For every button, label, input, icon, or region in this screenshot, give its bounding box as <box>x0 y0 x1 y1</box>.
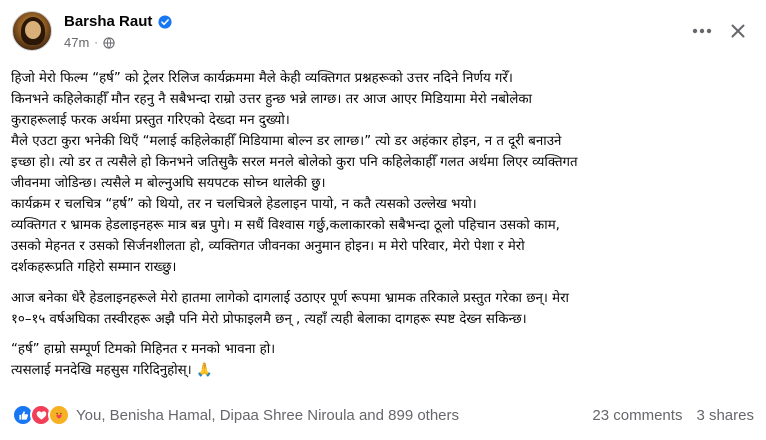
engagement-stats: 23 comments 3 shares <box>592 407 754 424</box>
post-line: कुराहरूलाई फरक अर्थमा प्रस्तुत गरिएको दे… <box>11 113 290 128</box>
post-line: किनभने कहिलेकाहीँ मौन रहनु नै सबैभन्दा र… <box>11 92 532 107</box>
shares-count[interactable]: 3 shares <box>696 407 754 424</box>
meta-separator: · <box>94 36 98 49</box>
more-options-icon <box>692 28 712 34</box>
author-name[interactable]: Barsha Raut <box>64 13 152 30</box>
post-line: हिजो मेरो फिल्म “हर्ष” को ट्रेलर रिलिज क… <box>11 71 513 86</box>
post-line: “हर्ष” हाम्रो सम्पूर्ण टिमको मिहिनत र मन… <box>11 342 276 357</box>
post-line: इच्छा हो। त्यो डर त त्यसैले हो किनभने जत… <box>11 155 578 170</box>
verified-badge-icon <box>158 14 172 29</box>
post-line: त्यसलाई मनदेखि महसुस गरिदिनुहोस्। 🙏 <box>11 363 213 378</box>
post-line: दर्शकहरूप्रति गहिरो सम्मान राख्छु। <box>11 260 177 275</box>
care-reaction-icon <box>48 404 70 426</box>
close-icon <box>731 24 745 38</box>
reactions-bar: You, Benisha Hamal, Dipaa Shree Niroula … <box>12 403 754 427</box>
post-time[interactable]: 47m <box>64 35 89 50</box>
author-row: Barsha Raut <box>64 13 172 30</box>
post-line: उसको मेहनत र उसको सिर्जनशीलता हो, व्यक्त… <box>11 239 525 254</box>
close-button[interactable] <box>726 19 750 43</box>
post-meta: 47m · <box>64 35 115 50</box>
reaction-icons[interactable] <box>12 404 70 426</box>
post-line: १०–१५ वर्षअघिका तस्वीरहरू अझै पनि मेरो प… <box>11 312 527 327</box>
reactions-summary[interactable]: You, Benisha Hamal, Dipaa Shree Niroula … <box>76 407 592 424</box>
post-line: मैले एउटा कुरा भनेकी थिएँ “मलाई कहिलेकाह… <box>11 134 562 149</box>
post-line: जीवनमा जोडिन्छ। त्यसैले म बोल्नुअघि सयपट… <box>11 176 326 191</box>
post-line: आज बनेका धेरै हेडलाइनहरूले मेरो हातमा ला… <box>11 291 570 306</box>
avatar-face <box>25 21 41 39</box>
avatar[interactable] <box>12 11 52 51</box>
post-line: कार्यक्रम र चलचित्र “हर्ष” को थियो, तर न… <box>11 197 477 212</box>
post-header: Barsha Raut 47m · <box>12 11 754 61</box>
post-line: व्यक्तिगत र भ्रामक हेडलाइनहरू मात्र बन्न… <box>11 218 560 233</box>
globe-icon[interactable] <box>103 36 115 49</box>
more-options-button[interactable] <box>690 19 714 43</box>
comments-count[interactable]: 23 comments <box>592 407 682 424</box>
post-body: हिजो मेरो फिल्म “हर्ष” को ट्रेलर रिलिज क… <box>11 68 759 381</box>
